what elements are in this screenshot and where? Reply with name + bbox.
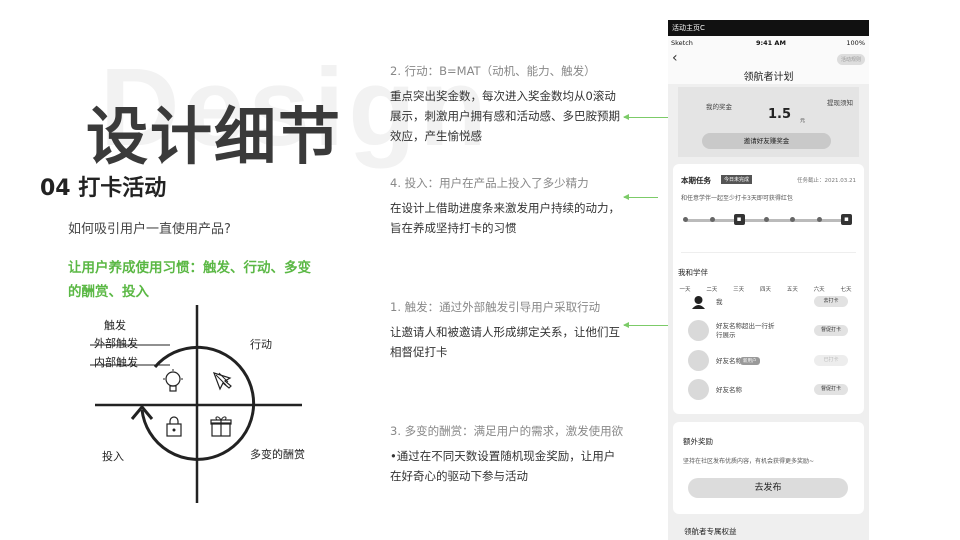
avatar bbox=[688, 291, 709, 312]
answer-text: 让用户养成使用习惯：触发、行动、多变的酬赏、投入 bbox=[68, 260, 311, 300]
avatar bbox=[688, 350, 709, 371]
point-investment: 4. 投入：用户在产品上投入了多少精力 在设计上借助进度条来激发用户持续的动力，… bbox=[390, 174, 625, 238]
avatar bbox=[688, 320, 709, 341]
padlock-icon bbox=[166, 416, 182, 437]
point-reward: 3. 多变的酬赏：满足用户的需求，激发使用欲 •通过在不同天数设置随机现金奖励，… bbox=[390, 422, 625, 486]
page-title: 设计细节 bbox=[86, 100, 343, 173]
phone-mockup: 活动主页C Sketch 9:41 AM 100% ‹ 活动规则 领航者计划 我… bbox=[668, 20, 869, 540]
member-name: 好友名称 bbox=[716, 386, 742, 394]
rules-button[interactable]: 活动规则 bbox=[836, 54, 865, 65]
remind-button[interactable]: 督促打卡 bbox=[814, 325, 848, 336]
pointer-arrow bbox=[623, 194, 658, 200]
extra-reward-title: 额外奖励 bbox=[683, 437, 713, 446]
question-text: 如何吸引用户一直使用产品? bbox=[68, 222, 231, 237]
user-avatar-icon bbox=[692, 296, 705, 309]
new-user-badge: 新用户 bbox=[740, 357, 760, 365]
point-heading: 1. 触发：通过外部触发引导用户采取行动 bbox=[390, 300, 601, 314]
extra-reward-card: 额外奖励 坚持在社区发布优质内容，有机会获得更多奖励~ 去发布 bbox=[673, 422, 864, 514]
label-trigger: 触发 bbox=[104, 319, 126, 332]
member-name: 好友名称超出一行折行展示 bbox=[716, 322, 775, 339]
divider bbox=[681, 252, 856, 253]
bonus-value: 1.5 bbox=[768, 107, 792, 122]
checked-in-button: 已打卡 bbox=[814, 355, 848, 366]
point-body: •通过在不同天数设置随机现金奖励，让用户在好奇心的驱动下参与活动 bbox=[390, 449, 616, 483]
point-trigger: 1. 触发：通过外部触发引导用户采取行动 让邀请人和被邀请人形成绑定关系，让他们… bbox=[390, 298, 625, 362]
progress-dot bbox=[709, 217, 715, 222]
member-row: 我 去打卡 bbox=[688, 291, 848, 313]
task-card: 本期任务 今日未完成 任务截止：2021.03.21 和任意学伴一起至少打卡3天… bbox=[673, 164, 864, 414]
bonus-label: 我的奖金 bbox=[706, 103, 732, 111]
avatar bbox=[688, 379, 709, 400]
point-heading: 4. 投入：用户在产品上投入了多少精力 bbox=[390, 176, 589, 190]
member-name: 我 bbox=[716, 298, 723, 306]
progress-dot bbox=[790, 217, 796, 222]
hook-model-diagram: 触发 外部触发 内部触发 行动 投入 多变的酬赏 bbox=[90, 305, 310, 505]
carrier-text: Sketch bbox=[671, 39, 693, 47]
point-heading: 3. 多变的酬赏：满足用户的需求，激发使用欲 bbox=[390, 424, 624, 438]
progress-dot bbox=[817, 217, 823, 222]
lightbulb-icon bbox=[163, 369, 183, 392]
publish-button[interactable]: 去发布 bbox=[688, 478, 848, 498]
progress-dot bbox=[763, 217, 769, 222]
back-chevron-icon[interactable]: ‹ bbox=[672, 50, 678, 66]
status-bar: Sketch 9:41 AM 100% bbox=[668, 36, 869, 50]
label-investment: 投入 bbox=[102, 450, 124, 463]
extra-reward-desc: 坚持在社区发布优质内容，有机会获得更多奖励~ bbox=[683, 458, 815, 465]
point-action: 2. 行动：B=MAT（动机、能力、触发） 重点突出奖金数，每次进入奖金数均从0… bbox=[390, 62, 625, 146]
point-body: 重点突出奖金数，每次进入奖金数均从0滚动展示，刺激用户拥有感和活动感、多巴胺预期… bbox=[390, 89, 620, 143]
invite-friends-button[interactable]: 邀请好友赚奖金 bbox=[702, 133, 831, 149]
gift-box-icon bbox=[210, 416, 232, 437]
progress-dot bbox=[683, 217, 688, 222]
nav-bar: ‹ 活动规则 领航者计划 bbox=[668, 50, 869, 84]
task-title: 本期任务 bbox=[681, 176, 711, 185]
artboard-label: 活动主页C bbox=[668, 20, 869, 36]
bonus-panel: 我的奖金 1.5 元 提现须知 邀请好友赚奖金 bbox=[678, 87, 859, 157]
label-variable-reward: 多变的酬赏 bbox=[250, 448, 305, 461]
member-row: 好友名称 新用户 已打卡 bbox=[688, 350, 848, 372]
remind-button[interactable]: 督促打卡 bbox=[814, 384, 848, 395]
members-title: 我和学伴 bbox=[678, 268, 708, 277]
member-row: 好友名称超出一行折行展示 督促打卡 bbox=[688, 320, 848, 342]
battery-text: 100% bbox=[846, 39, 865, 47]
tap-hand-icon bbox=[213, 372, 232, 391]
task-description: 和任意学伴一起至少打卡3天即可获得红包 bbox=[681, 195, 793, 202]
bonus-unit: 元 bbox=[800, 118, 806, 124]
point-body: 让邀请人和被邀请人形成绑定关系，让他们互相督促打卡 bbox=[390, 325, 620, 359]
gift-icon: ▪ bbox=[841, 214, 852, 225]
section-title: 04 打卡活动 bbox=[40, 176, 167, 201]
member-row: 好友名称 督促打卡 bbox=[688, 379, 848, 401]
checkin-button[interactable]: 去打卡 bbox=[814, 296, 848, 307]
withdraw-info-link[interactable]: 提现须知 bbox=[827, 97, 853, 107]
status-time: 9:41 AM bbox=[756, 39, 786, 47]
task-deadline: 任务截止：2021.03.21 bbox=[797, 178, 856, 184]
task-status-badge: 今日未完成 bbox=[721, 175, 753, 184]
label-action: 行动 bbox=[250, 338, 272, 351]
gift-icon: ▪ bbox=[733, 214, 745, 225]
point-body: 在设计上借助进度条来激发用户持续的动力，旨在养成坚持打卡的习惯 bbox=[390, 201, 620, 235]
label-internal-trigger: 内部触发 bbox=[94, 356, 138, 369]
nav-title: 领航者计划 bbox=[743, 72, 794, 83]
label-external-trigger: 外部触发 bbox=[94, 337, 138, 350]
point-heading: 2. 行动：B=MAT（动机、能力、触发） bbox=[390, 64, 596, 78]
privilege-title: 领航者专属权益 bbox=[684, 527, 737, 536]
checkin-progress-bar: ▪ ▪ 一天 二天 三天 四天 五天 六天 七天 bbox=[679, 214, 852, 293]
